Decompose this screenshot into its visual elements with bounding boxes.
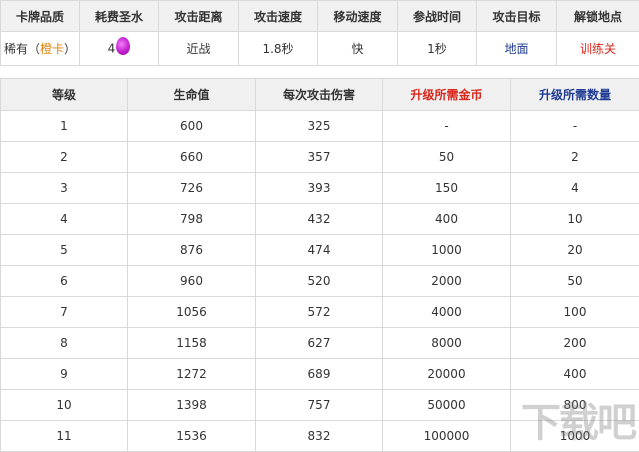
table-row: 9127268920000400 — [1, 359, 639, 390]
header-target: 攻击目标 — [477, 1, 557, 32]
elixir-drop-icon — [116, 37, 130, 55]
gold-cell: 1000 — [383, 235, 511, 266]
damage-cell: 572 — [256, 297, 383, 328]
level-cell: 4 — [1, 204, 128, 235]
hp-cell: 726 — [128, 173, 256, 204]
gold-cell: 100000 — [383, 421, 511, 452]
header-deploy-time: 参战时间 — [398, 1, 477, 32]
level-cell: 10 — [1, 390, 128, 421]
header-upgrade-gold: 升级所需金币 — [383, 79, 511, 111]
level-stats-table: 等级 生命值 每次攻击伤害 升级所需金币 升级所需数量 1600325--266… — [0, 78, 639, 452]
hp-cell: 1056 — [128, 297, 256, 328]
header-range: 攻击距离 — [159, 1, 239, 32]
move-speed-cell: 快 — [318, 32, 398, 66]
table-row: 5876474100020 — [1, 235, 639, 266]
gold-cell: - — [383, 111, 511, 142]
count-cell: 100 — [511, 297, 639, 328]
hp-cell: 798 — [128, 204, 256, 235]
count-cell: - — [511, 111, 639, 142]
card-value-row: 稀有（橙卡） 4 近战 1.8秒 快 1秒 地面 训练关 — [1, 32, 639, 66]
table-row: 37263931504 — [1, 173, 639, 204]
table-row: 479843240010 — [1, 204, 639, 235]
table-row: 10139875750000800 — [1, 390, 639, 421]
damage-cell: 393 — [256, 173, 383, 204]
count-cell: 200 — [511, 328, 639, 359]
table-row: 1600325-- — [1, 111, 639, 142]
count-cell: 50 — [511, 266, 639, 297]
level-cell: 11 — [1, 421, 128, 452]
header-hp: 生命值 — [128, 79, 256, 111]
table-row: 811586278000200 — [1, 328, 639, 359]
table-row: 1115368321000001000 — [1, 421, 639, 452]
count-cell: 400 — [511, 359, 639, 390]
header-level: 等级 — [1, 79, 128, 111]
damage-cell: 432 — [256, 204, 383, 235]
range-cell: 近战 — [159, 32, 239, 66]
table-row: 6960520200050 — [1, 266, 639, 297]
damage-cell: 474 — [256, 235, 383, 266]
level-header-row: 等级 生命值 每次攻击伤害 升级所需金币 升级所需数量 — [1, 79, 639, 111]
damage-cell: 325 — [256, 111, 383, 142]
header-upgrade-count: 升级所需数量 — [511, 79, 639, 111]
level-cell: 6 — [1, 266, 128, 297]
hp-cell: 1398 — [128, 390, 256, 421]
gold-cell: 4000 — [383, 297, 511, 328]
hp-cell: 660 — [128, 142, 256, 173]
header-unlock: 解锁地点 — [557, 1, 639, 32]
hp-cell: 600 — [128, 111, 256, 142]
hp-cell: 1272 — [128, 359, 256, 390]
header-quality: 卡牌品质 — [1, 1, 80, 32]
hp-cell: 1536 — [128, 421, 256, 452]
card-info-table: 卡牌品质 耗费圣水 攻击距离 攻击速度 移动速度 参战时间 攻击目标 解锁地点 … — [0, 0, 639, 66]
elixir-cost: 4 — [108, 41, 116, 55]
quality-cell: 稀有（橙卡） — [1, 32, 80, 66]
elixir-cell: 4 — [80, 32, 159, 66]
level-cell: 1 — [1, 111, 128, 142]
deploy-time-cell: 1秒 — [398, 32, 477, 66]
damage-cell: 832 — [256, 421, 383, 452]
damage-cell: 757 — [256, 390, 383, 421]
attack-speed-cell: 1.8秒 — [239, 32, 318, 66]
count-cell: 10 — [511, 204, 639, 235]
hp-cell: 1158 — [128, 328, 256, 359]
damage-cell: 357 — [256, 142, 383, 173]
hp-cell: 960 — [128, 266, 256, 297]
target-cell: 地面 — [477, 32, 557, 66]
header-damage: 每次攻击伤害 — [256, 79, 383, 111]
quality-prefix: 稀有（ — [4, 42, 40, 56]
level-cell: 3 — [1, 173, 128, 204]
gold-cell: 50 — [383, 142, 511, 173]
gold-cell: 400 — [383, 204, 511, 235]
unlock-cell[interactable]: 训练关 — [557, 32, 639, 66]
count-cell: 20 — [511, 235, 639, 266]
gold-cell: 50000 — [383, 390, 511, 421]
gold-cell: 2000 — [383, 266, 511, 297]
level-cell: 2 — [1, 142, 128, 173]
table-row: 710565724000100 — [1, 297, 639, 328]
level-cell: 5 — [1, 235, 128, 266]
hp-cell: 876 — [128, 235, 256, 266]
level-cell: 7 — [1, 297, 128, 328]
card-header-row: 卡牌品质 耗费圣水 攻击距离 攻击速度 移动速度 参战时间 攻击目标 解锁地点 — [1, 1, 639, 32]
count-cell: 800 — [511, 390, 639, 421]
header-move-speed: 移动速度 — [318, 1, 398, 32]
header-elixir: 耗费圣水 — [80, 1, 159, 32]
level-cell: 9 — [1, 359, 128, 390]
count-cell: 4 — [511, 173, 639, 204]
quality-link[interactable]: 橙卡 — [40, 42, 64, 56]
quality-suffix: ） — [64, 42, 76, 56]
count-cell: 2 — [511, 142, 639, 173]
gold-cell: 20000 — [383, 359, 511, 390]
table-row: 2660357502 — [1, 142, 639, 173]
damage-cell: 627 — [256, 328, 383, 359]
gold-cell: 150 — [383, 173, 511, 204]
count-cell: 1000 — [511, 421, 639, 452]
header-attack-speed: 攻击速度 — [239, 1, 318, 32]
level-table-body: 1600325--2660357502372639315044798432400… — [1, 111, 639, 452]
gold-cell: 8000 — [383, 328, 511, 359]
damage-cell: 689 — [256, 359, 383, 390]
level-cell: 8 — [1, 328, 128, 359]
damage-cell: 520 — [256, 266, 383, 297]
